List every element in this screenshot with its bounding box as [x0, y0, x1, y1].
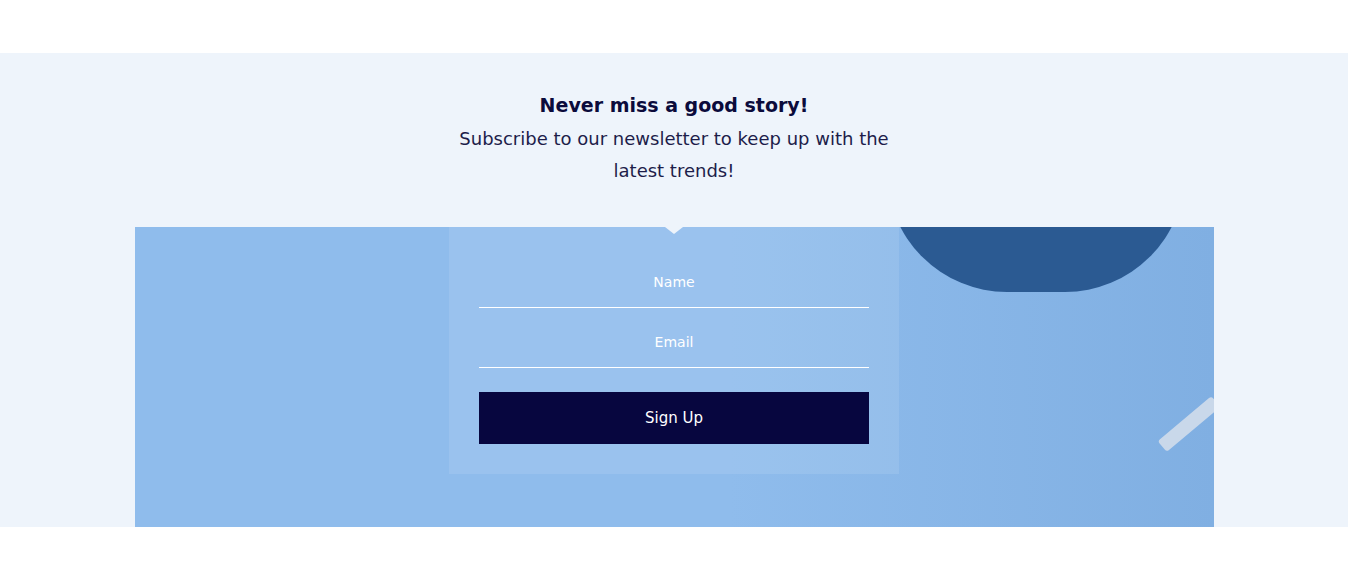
signup-form: Sign Up: [449, 227, 899, 474]
pencil-icon: [1157, 396, 1213, 452]
sign-up-button[interactable]: Sign Up: [479, 392, 869, 444]
notch-icon: [665, 227, 683, 234]
signup-panel: Sign Up: [135, 227, 1214, 527]
page: Never miss a good story! Subscribe to our…: [0, 0, 1348, 564]
newsletter-subtitle: Subscribe to our newsletter to keep up w…: [459, 123, 889, 187]
text-field[interactable]: [479, 317, 869, 368]
mug-icon: [887, 227, 1185, 292]
top-space: [0, 0, 1348, 53]
text-field[interactable]: [479, 257, 869, 308]
newsletter-heading: Never miss a good story!: [540, 93, 809, 117]
newsletter-section: Never miss a good story! Subscribe to our…: [0, 53, 1348, 527]
